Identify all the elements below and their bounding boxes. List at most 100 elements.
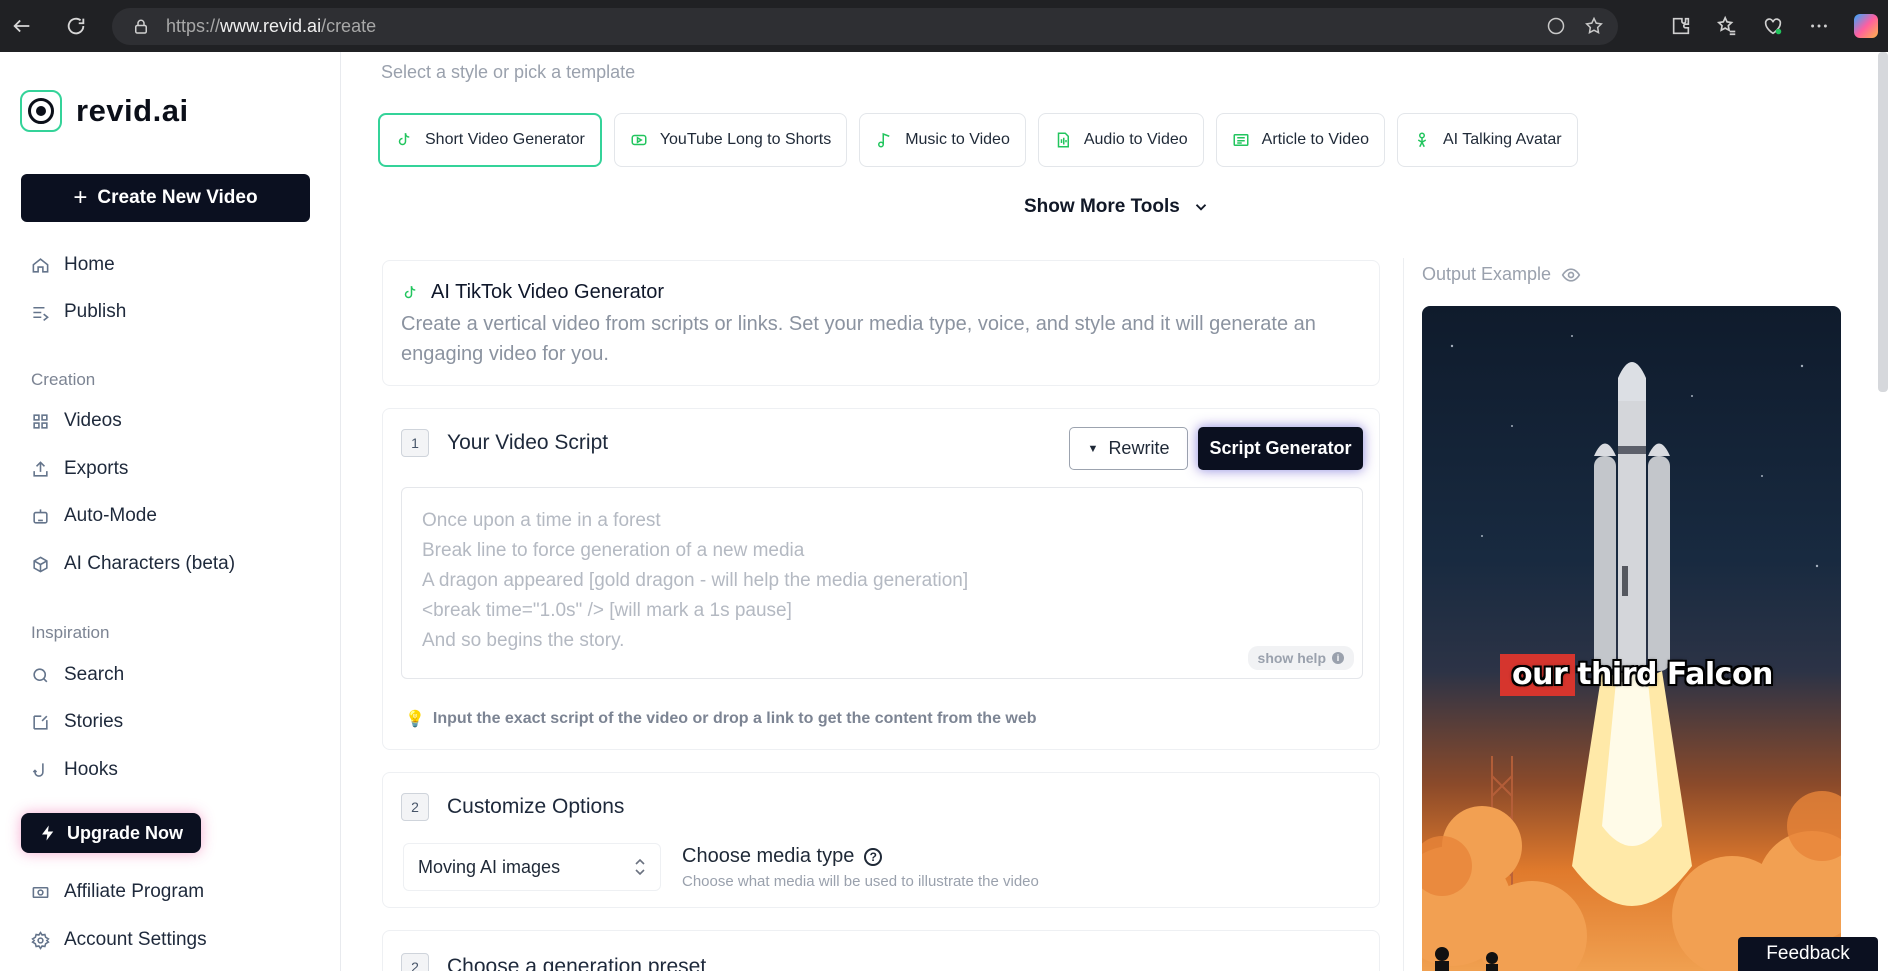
- upgrade-now-button[interactable]: Upgrade Now: [21, 813, 201, 853]
- feedback-button[interactable]: Feedback: [1738, 937, 1878, 971]
- sidebar-item-exports[interactable]: Exports: [31, 458, 128, 480]
- media-type-description: Choose what media will be used to illust…: [682, 873, 1039, 890]
- panel-divider: [1403, 258, 1404, 971]
- tool-music-to-video[interactable]: Music to Video: [859, 113, 1026, 167]
- sidebar-item-publish[interactable]: Publish: [31, 301, 126, 323]
- chevron-down-icon: [1195, 204, 1207, 211]
- preset-step-header: 2 Choose a generation preset: [401, 953, 706, 971]
- placeholder-line: And so begins the story.: [422, 630, 625, 651]
- rocket-launch-image: [1422, 335, 1841, 971]
- placeholder-line: A dragon appeared [gold dragon - will he…: [422, 570, 969, 591]
- generator-header-card: AI TikTok Video Generator Create a verti…: [382, 260, 1380, 386]
- tool-article-to-video[interactable]: Article to Video: [1215, 113, 1385, 167]
- sidebar-item-auto-mode[interactable]: Auto-Mode: [31, 505, 157, 527]
- placeholder-line: Break line to force generation of a new …: [422, 540, 805, 561]
- placeholder-line: <break time="1.0s" /> [will mark a 1s pa…: [422, 600, 792, 621]
- more-options-icon[interactable]: [1808, 15, 1830, 37]
- avatar-icon: [1417, 132, 1427, 148]
- script-step-title: Your Video Script: [447, 431, 609, 454]
- create-new-video-button[interactable]: + Create New Video: [21, 174, 310, 222]
- preset-step-title: Choose a generation preset: [447, 955, 707, 971]
- browser-toolbar: https://www.revid.ai/create: [0, 0, 1888, 52]
- show-more-tools-button[interactable]: Show More Tools: [1024, 196, 1210, 218]
- hook-icon: [32, 762, 44, 777]
- customize-step-title: Customize Options: [447, 795, 625, 818]
- customize-step-header: 2 Customize Options: [401, 793, 624, 821]
- sidebar-item-ai-characters[interactable]: AI Characters (beta): [31, 553, 235, 575]
- caret-down-icon: ▼: [1087, 442, 1099, 455]
- grid-icon: [33, 413, 48, 429]
- money-icon: [32, 886, 49, 898]
- copilot-icon[interactable]: [1854, 14, 1878, 38]
- export-icon: [33, 460, 48, 477]
- edit-icon: [33, 714, 48, 730]
- tool-short-video-generator[interactable]: Short Video Generator: [378, 113, 602, 167]
- page-scrollbar[interactable]: [1878, 52, 1888, 392]
- audio-file-icon: [1057, 132, 1069, 148]
- placeholder-line: Once upon a time in a forest: [422, 510, 661, 531]
- reader-icon[interactable]: [1546, 16, 1566, 36]
- article-icon: [1233, 134, 1249, 146]
- plus-icon: +: [73, 184, 88, 211]
- search-icon: [33, 667, 48, 682]
- sidebar-item-account-settings[interactable]: Account Settings: [31, 929, 207, 951]
- generation-preset-card: 2 Choose a generation preset: [382, 930, 1380, 971]
- tool-audio-to-video[interactable]: Audio to Video: [1037, 113, 1204, 167]
- video-script-card: 1 Your Video Script ▼ Rewrite Script Gen…: [382, 408, 1380, 750]
- select-arrows-icon: [635, 858, 645, 876]
- select-style-prompt: Select a style or pick a template: [381, 62, 636, 82]
- logo[interactable]: revid.ai: [20, 90, 189, 132]
- tiktok-icon: [404, 285, 416, 298]
- output-example-video[interactable]: our third Falcon: [1422, 306, 1841, 971]
- lightbulb-icon: 💡: [405, 711, 425, 728]
- gear-icon: [31, 930, 50, 950]
- sidebar-item-search[interactable]: Search: [31, 664, 124, 686]
- step-number-badge: 2: [401, 953, 429, 971]
- home-icon: [32, 257, 49, 273]
- section-creation: Creation: [31, 370, 96, 389]
- logo-mark-icon: [20, 90, 62, 132]
- tool-tabs: Short Video Generator YouTube Long to Sh…: [378, 113, 1578, 167]
- show-help-button[interactable]: show help i: [1247, 646, 1354, 670]
- help-question-icon[interactable]: ?: [864, 847, 883, 866]
- robot-icon: [33, 508, 48, 524]
- sidebar-item-hooks[interactable]: Hooks: [31, 759, 118, 781]
- favorite-star-icon[interactable]: [1584, 16, 1604, 36]
- music-icon: [878, 132, 890, 148]
- tool-ai-talking-avatar[interactable]: AI Talking Avatar: [1396, 113, 1578, 167]
- tool-youtube-long-to-shorts[interactable]: YouTube Long to Shorts: [613, 113, 848, 167]
- customize-options-card: 2 Customize Options Moving AI images Cho…: [382, 772, 1380, 908]
- sidebar-item-stories[interactable]: Stories: [31, 711, 123, 733]
- tiktok-icon: [398, 133, 410, 146]
- extensions-icon[interactable]: [1670, 15, 1692, 37]
- lightning-icon: [41, 825, 54, 841]
- generator-description: Create a vertical video from scripts or …: [401, 313, 1316, 365]
- publish-icon: [33, 306, 49, 321]
- step-number-badge: 1: [401, 429, 429, 457]
- sidebar-item-home[interactable]: Home: [31, 254, 115, 276]
- sidebar-item-affiliate[interactable]: Affiliate Program: [31, 881, 204, 903]
- script-textarea[interactable]: Once upon a time in a forest Break line …: [401, 487, 1363, 679]
- url-text: https://www.revid.ai/create: [166, 16, 377, 36]
- media-type-select[interactable]: Moving AI images: [403, 843, 661, 891]
- section-inspiration: Inspiration: [31, 623, 110, 642]
- media-type-label: Choose media type ?: [682, 845, 883, 868]
- sidebar: revid.ai + Create New Video Home Publish…: [0, 52, 341, 971]
- script-generator-button[interactable]: Script Generator: [1198, 427, 1363, 470]
- script-hint: 💡 Input the exact script of the video or…: [405, 710, 1037, 728]
- script-step-header: 1 Your Video Script: [401, 429, 608, 457]
- logo-text: revid.ai: [76, 93, 189, 128]
- back-icon[interactable]: [2, 6, 42, 46]
- health-icon[interactable]: [1762, 15, 1784, 37]
- youtube-icon: [631, 134, 647, 146]
- step-number-badge: 2: [401, 793, 429, 821]
- rewrite-button[interactable]: ▼ Rewrite: [1069, 427, 1188, 470]
- eye-icon[interactable]: [1561, 265, 1581, 285]
- refresh-icon[interactable]: [56, 6, 96, 46]
- favorites-icon[interactable]: [1716, 15, 1738, 37]
- cube-icon: [33, 555, 48, 573]
- output-example-label: Output Example: [1422, 264, 1581, 285]
- video-caption: our third Falcon: [1512, 657, 1773, 692]
- address-bar[interactable]: https://www.revid.ai/create: [112, 8, 1618, 45]
- sidebar-item-videos[interactable]: Videos: [31, 410, 122, 432]
